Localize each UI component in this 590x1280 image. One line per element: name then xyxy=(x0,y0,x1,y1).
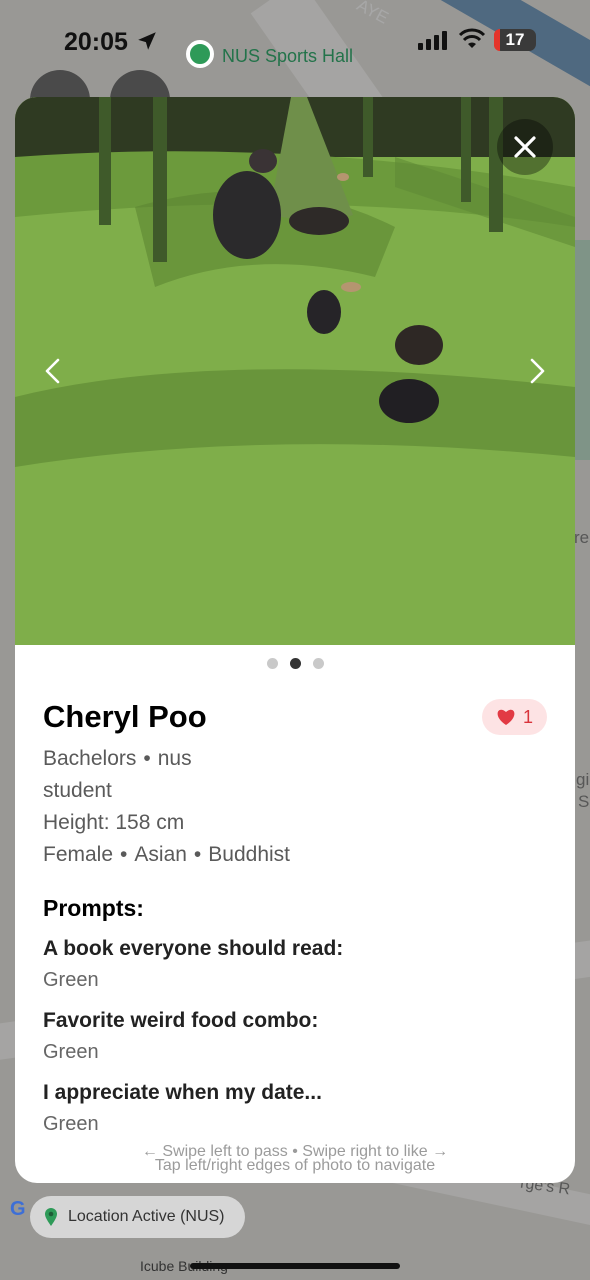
heart-icon xyxy=(497,709,515,725)
close-icon xyxy=(514,136,536,158)
like-count: 1 xyxy=(522,706,533,727)
profile-photo[interactable] xyxy=(15,97,575,645)
pagination-dot-active[interactable] xyxy=(289,658,301,669)
pagination-dot[interactable] xyxy=(266,658,278,669)
demographics-line: Female • Asian • Buddhist xyxy=(43,843,291,866)
prompt-question: Favorite weird food combo: xyxy=(43,1009,319,1032)
prompt-answer: Green xyxy=(43,969,99,991)
prompt-question: I appreciate when my date... xyxy=(43,1081,322,1104)
profile-card[interactable]: Cheryl Poo 1 Bachelors • nus student Heigh… xyxy=(15,97,575,1183)
close-button[interactable] xyxy=(497,119,553,175)
location-status-text: Location Active (NUS) xyxy=(68,1208,225,1225)
height: Height: 158 cm xyxy=(43,811,185,834)
profile-name: Cheryl Poo xyxy=(43,699,207,734)
previous-photo-button[interactable] xyxy=(35,353,71,389)
occupation: student xyxy=(43,779,112,802)
chevron-left-icon xyxy=(45,358,60,384)
wifi-icon xyxy=(458,28,486,48)
prompt-answer: Green xyxy=(43,1041,99,1063)
google-logo: G xyxy=(10,1198,26,1220)
place-name[interactable]: NUS Sports Hall xyxy=(222,46,353,67)
photo-pagination xyxy=(15,658,575,669)
location-arrow-icon xyxy=(138,32,156,50)
education-line: Bachelors • nus xyxy=(43,747,192,770)
next-photo-button[interactable] xyxy=(519,353,555,389)
like-count-badge[interactable]: 1 xyxy=(481,699,547,735)
chevron-right-icon xyxy=(530,358,545,384)
prompt-answer: Green xyxy=(43,1113,99,1135)
prompts-heading: Prompts: xyxy=(43,895,144,921)
home-indicator[interactable] xyxy=(190,1263,400,1269)
map-pin-icon xyxy=(186,40,214,68)
status-bar: 20:05 NUS Sports Hall 17 xyxy=(0,0,590,80)
prompt-question: A book everyone should read: xyxy=(43,937,344,960)
battery-indicator: 17 xyxy=(494,29,536,51)
clock: 20:05 xyxy=(64,28,128,56)
pagination-dot[interactable] xyxy=(312,658,324,669)
map-pin-icon xyxy=(45,1208,57,1226)
cellular-signal-icon xyxy=(418,31,447,50)
tap-hint: Tap left/right edges of photo to navigat… xyxy=(154,1157,436,1174)
photo-image xyxy=(15,97,575,645)
location-status-pill[interactable]: Location Active (NUS) xyxy=(30,1196,245,1238)
